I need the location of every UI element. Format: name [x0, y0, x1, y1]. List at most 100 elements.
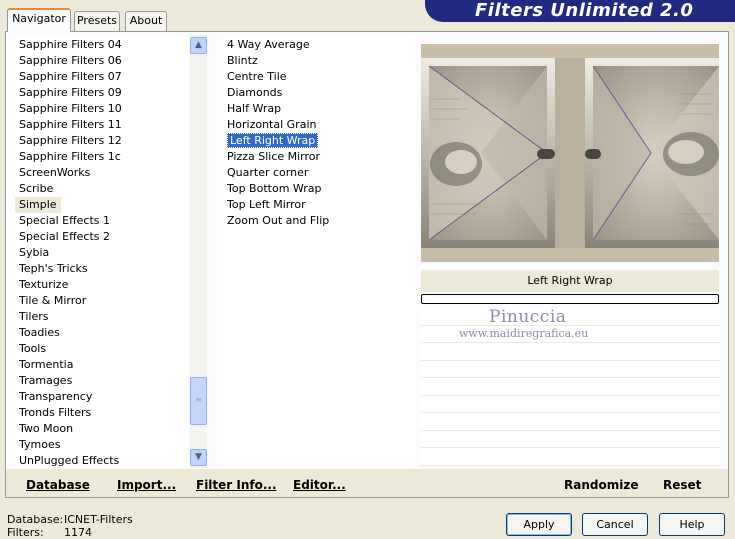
category-list-item[interactable]: Sapphire Filters 04	[15, 37, 189, 53]
scroll-up-icon[interactable]: ▲	[190, 37, 207, 54]
filters-count: 1174	[64, 526, 92, 539]
app-banner: Filters Unlimited 2.0	[425, 0, 735, 22]
category-list-item[interactable]: Texturize	[15, 277, 189, 293]
category-list[interactable]: Sapphire Filters 04 Sapphire Filters 06 Sa…	[15, 37, 189, 468]
preview-filter-name: Left Right Wrap	[421, 270, 719, 292]
category-list-item-label: Sapphire Filters 06	[19, 54, 122, 67]
category-list-item-label: Sapphire Filters 11	[19, 118, 122, 131]
help-button[interactable]: Help	[659, 513, 725, 536]
filter-list-item[interactable]: Centre Tile	[223, 69, 415, 85]
category-list-item[interactable]: Two Moon	[15, 421, 189, 437]
randomize-button[interactable]: Randomize	[564, 478, 638, 492]
filter-list-item[interactable]: Top Bottom Wrap	[223, 181, 415, 197]
filter-list-item-label: Top Bottom Wrap	[227, 182, 322, 195]
category-list-item[interactable]: Simple	[15, 197, 61, 213]
category-list-item[interactable]: Sapphire Filters 10	[15, 101, 189, 117]
category-list-item-label: Sapphire Filters 1c	[19, 150, 121, 163]
category-list-item[interactable]: ScreenWorks	[15, 165, 189, 181]
watermark-url: www.maidiregrafica.eu	[459, 327, 589, 340]
watermark-title: Pinuccia	[489, 307, 567, 327]
category-list-item[interactable]: Sapphire Filters 06	[15, 53, 189, 69]
category-scrollbar[interactable]: ▲ ≡ ▼	[190, 35, 207, 468]
filter-list-item-label: Centre Tile	[227, 70, 287, 83]
filter-list-item[interactable]: Half Wrap	[223, 101, 415, 117]
category-list-item-label: Toadies	[19, 326, 60, 339]
category-list-item-label: Simple	[19, 198, 57, 211]
category-list-item[interactable]: Tronds Filters	[15, 405, 189, 421]
category-list-item[interactable]: Tools	[15, 341, 189, 357]
category-list-item-label: UnPlugged Effects	[19, 454, 120, 467]
category-list-item-label: Tormentia	[19, 358, 74, 371]
scroll-thumb[interactable]: ≡	[190, 377, 207, 425]
category-list-item[interactable]: Special Effects 2	[15, 229, 189, 245]
category-list-item[interactable]: Tormentia	[15, 357, 189, 373]
category-list-item-label: Sapphire Filters 10	[19, 102, 122, 115]
filter-list-item[interactable]: Diamonds	[223, 85, 415, 101]
category-list-item[interactable]: Sapphire Filters 11	[15, 117, 189, 133]
category-list-item[interactable]: Sapphire Filters 09	[15, 85, 189, 101]
filter-list-item[interactable]: Blintz	[223, 53, 415, 69]
category-list-item[interactable]: Transparency	[15, 389, 189, 405]
filter-list-item-label: Top Left Mirror	[227, 198, 306, 211]
filter-list-item-label: Pizza Slice Mirror	[227, 150, 321, 163]
cancel-button[interactable]: Cancel	[582, 513, 648, 536]
tab-about[interactable]: About	[125, 11, 167, 31]
category-list-item-label: Scribe	[19, 182, 54, 195]
filter-list-item-label: Diamonds	[227, 86, 283, 99]
scroll-down-icon[interactable]: ▼	[190, 449, 207, 466]
category-list-item-label: Tilers	[19, 310, 49, 323]
category-list-item[interactable]: Tilers	[15, 309, 189, 325]
preview-image	[421, 44, 719, 262]
filter-list-item-label: 4 Way Average	[227, 38, 310, 51]
category-list-item[interactable]: Tramages	[15, 373, 189, 389]
category-list-item-label: Special Effects 2	[19, 230, 111, 243]
category-list-item-label: Sapphire Filters 07	[19, 70, 122, 83]
category-list-item-label: Sapphire Filters 04	[19, 38, 122, 51]
filters-label: Filters:	[7, 526, 44, 539]
database-value: ICNET-Filters	[64, 513, 133, 526]
filter-info-button[interactable]: Filter Info...	[196, 478, 277, 492]
editor-button[interactable]: Editor...	[293, 478, 346, 492]
category-list-item[interactable]: Tile & Mirror	[15, 293, 189, 309]
category-list-item[interactable]: Sapphire Filters 1c	[15, 149, 189, 165]
category-list-item[interactable]: Sapphire Filters 12	[15, 133, 189, 149]
database-button[interactable]: Database	[26, 478, 90, 492]
category-list-item[interactable]: Toadies	[15, 325, 189, 341]
filter-list-item-label: Half Wrap	[227, 102, 282, 115]
category-list-item-label: Tramages	[19, 374, 73, 387]
filter-list-item-label: Horizontal Grain	[227, 118, 317, 131]
category-list-item-label: Sybia	[19, 246, 50, 259]
category-list-item[interactable]: Special Effects 1	[15, 213, 189, 229]
database-label: Database:	[7, 513, 64, 526]
import-button[interactable]: Import...	[117, 478, 176, 492]
progress-bar	[421, 294, 719, 304]
filter-list-item[interactable]: 4 Way Average	[223, 37, 415, 53]
category-list-item-label: Teph's Tricks	[19, 262, 88, 275]
tab-navigator[interactable]: Navigator	[7, 8, 71, 32]
category-list-item[interactable]: Tymoes	[15, 437, 189, 453]
filter-list-item[interactable]: Top Left Mirror	[223, 197, 415, 213]
filter-list-item[interactable]: Pizza Slice Mirror	[223, 149, 415, 165]
filter-list-item-label: Blintz	[227, 54, 258, 67]
filter-list[interactable]: 4 Way Average Blintz Centre Tile Diamonds Ha…	[223, 37, 415, 468]
category-list-item-label: ScreenWorks	[19, 166, 91, 179]
category-list-item-label: Tronds Filters	[19, 406, 92, 419]
category-list-item[interactable]: Teph's Tricks	[15, 261, 189, 277]
category-list-item[interactable]: Sapphire Filters 07	[15, 69, 189, 85]
category-list-item[interactable]: Sybia	[15, 245, 189, 261]
filter-list-item[interactable]: Left Right Wrap	[223, 133, 415, 149]
category-list-item-label: Two Moon	[19, 422, 74, 435]
category-list-item-label: Special Effects 1	[19, 214, 111, 227]
filter-list-item-label: Zoom Out and Flip	[227, 214, 330, 227]
filter-list-item[interactable]: Quarter corner	[223, 165, 415, 181]
apply-button[interactable]: Apply	[506, 513, 572, 536]
category-list-item-label: Texturize	[19, 278, 69, 291]
category-list-item-label: Tymoes	[19, 438, 61, 451]
category-list-item[interactable]: Scribe	[15, 181, 189, 197]
category-list-item-label: Sapphire Filters 09	[19, 86, 122, 99]
tab-presets[interactable]: Presets	[74, 11, 120, 31]
filter-list-item[interactable]: Horizontal Grain	[223, 117, 415, 133]
filter-list-item[interactable]: Zoom Out and Flip	[223, 213, 415, 229]
reset-button[interactable]: Reset	[663, 478, 701, 492]
category-list-item[interactable]: UnPlugged Effects	[15, 453, 189, 468]
